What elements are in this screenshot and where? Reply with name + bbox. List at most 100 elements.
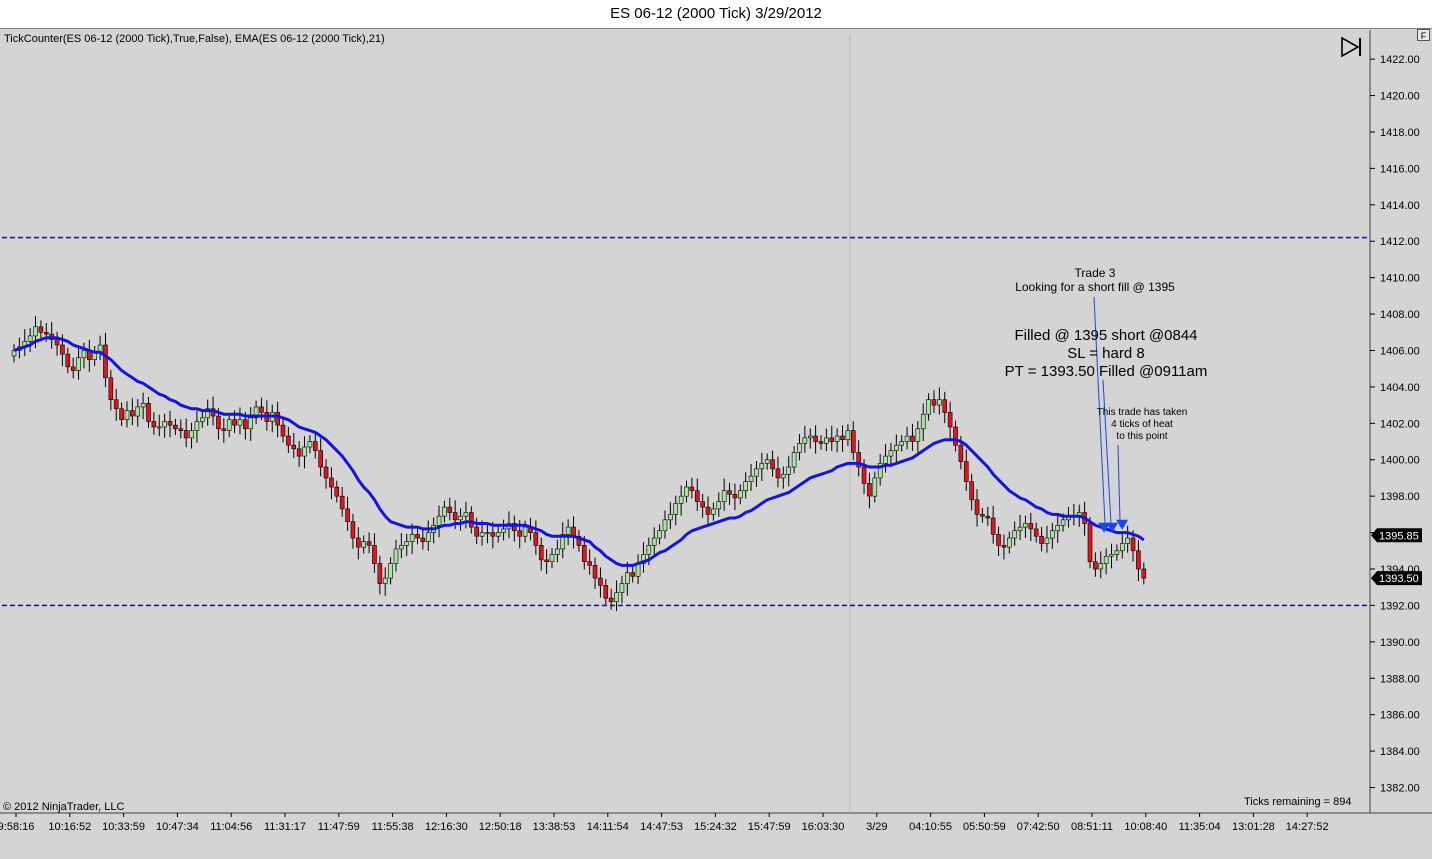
candle[interactable] — [969, 481, 974, 501]
candle[interactable] — [399, 545, 404, 550]
candle[interactable] — [490, 532, 496, 537]
candle[interactable] — [108, 377, 114, 400]
candle[interactable] — [216, 415, 221, 430]
candle[interactable] — [947, 412, 953, 428]
candle[interactable] — [732, 494, 738, 499]
candle[interactable] — [280, 424, 286, 437]
candle[interactable] — [549, 554, 555, 563]
candle[interactable] — [162, 421, 167, 428]
candle[interactable] — [436, 515, 442, 526]
price-chart[interactable]: 1422.00 1420.00 1418.00 1416.00 1414.00 1412.… — [0, 0, 1432, 859]
candle[interactable] — [393, 548, 399, 564]
candle[interactable] — [840, 435, 845, 441]
candle[interactable] — [614, 592, 619, 603]
candle[interactable] — [668, 514, 673, 521]
fill-marker-icon[interactable] — [1116, 519, 1129, 530]
candle[interactable] — [65, 353, 71, 368]
f-button[interactable]: F — [1417, 29, 1430, 41]
candle[interactable] — [474, 526, 479, 537]
candle[interactable] — [54, 339, 60, 346]
candle[interactable] — [366, 541, 372, 546]
candle[interactable] — [700, 501, 705, 508]
candle[interactable] — [743, 481, 748, 491]
candle[interactable] — [533, 532, 539, 546]
candle[interactable] — [1044, 537, 1050, 544]
candle[interactable] — [958, 444, 964, 462]
candle[interactable] — [899, 441, 905, 446]
candle[interactable] — [1098, 563, 1104, 570]
candle[interactable] — [425, 532, 431, 542]
candle[interactable] — [797, 443, 802, 453]
candle[interactable] — [1130, 537, 1136, 552]
candle[interactable] — [942, 399, 948, 413]
candle[interactable] — [673, 503, 679, 515]
candle[interactable] — [850, 430, 856, 453]
candle[interactable] — [775, 468, 781, 479]
candle[interactable] — [598, 577, 603, 586]
candle[interactable] — [291, 444, 297, 450]
candle[interactable] — [883, 455, 888, 464]
candle[interactable] — [302, 446, 307, 457]
candle[interactable] — [910, 435, 915, 442]
candle[interactable] — [382, 577, 388, 584]
candle[interactable] — [904, 435, 910, 442]
candle[interactable] — [1125, 537, 1130, 544]
candle[interactable] — [931, 399, 937, 406]
candle[interactable] — [372, 545, 377, 564]
candle[interactable] — [1119, 543, 1125, 552]
candle[interactable] — [1006, 537, 1012, 548]
price-marker[interactable]: 1393.50 — [1371, 571, 1422, 586]
candle[interactable] — [458, 515, 463, 521]
candle[interactable] — [727, 490, 732, 495]
candle[interactable] — [200, 417, 205, 422]
candle[interactable] — [980, 514, 985, 517]
candle[interactable] — [555, 548, 560, 555]
candle[interactable] — [221, 428, 227, 431]
candle[interactable] — [802, 437, 808, 444]
candle[interactable] — [770, 459, 775, 470]
scroll-to-end-icon[interactable] — [1339, 36, 1363, 58]
candle[interactable] — [173, 424, 178, 430]
candle[interactable] — [1039, 535, 1044, 544]
candle[interactable] — [404, 541, 410, 546]
candle[interactable] — [651, 537, 657, 546]
candle[interactable] — [861, 466, 867, 484]
candle[interactable] — [845, 430, 851, 441]
candle[interactable] — [759, 463, 765, 470]
candle[interactable] — [619, 583, 625, 593]
candle[interactable] — [178, 428, 184, 431]
candle[interactable] — [581, 545, 587, 563]
candle[interactable] — [361, 541, 367, 548]
candle[interactable] — [517, 530, 523, 537]
candle[interactable] — [754, 468, 759, 477]
candle[interactable] — [318, 450, 323, 468]
candle[interactable] — [60, 344, 65, 355]
candle[interactable] — [678, 495, 684, 504]
candle[interactable] — [1023, 523, 1028, 528]
candle[interactable] — [834, 435, 840, 442]
candle[interactable] — [501, 528, 506, 533]
candle[interactable] — [243, 419, 248, 430]
candle[interactable] — [468, 512, 474, 528]
candle[interactable] — [748, 475, 754, 482]
candle[interactable] — [824, 437, 829, 444]
candle[interactable] — [1028, 523, 1034, 530]
candle[interactable] — [996, 534, 1001, 546]
candle[interactable] — [232, 419, 237, 426]
candle[interactable] — [872, 477, 878, 497]
candle[interactable] — [388, 563, 393, 579]
candle[interactable] — [737, 490, 743, 499]
candle[interactable] — [603, 585, 609, 599]
candle[interactable] — [33, 326, 38, 337]
candle[interactable] — [275, 412, 280, 426]
candle[interactable] — [716, 501, 722, 510]
candle[interactable] — [415, 534, 420, 539]
candle[interactable] — [1055, 524, 1061, 532]
candle[interactable] — [409, 534, 415, 542]
candle[interactable] — [140, 402, 146, 408]
candle[interactable] — [807, 435, 813, 439]
price-axis[interactable]: 1422.00 1420.00 1418.00 1416.00 1414.00 1412.… — [1370, 54, 1422, 795]
candle[interactable] — [38, 326, 44, 333]
candle[interactable] — [452, 512, 458, 521]
candle[interactable] — [1087, 523, 1093, 563]
